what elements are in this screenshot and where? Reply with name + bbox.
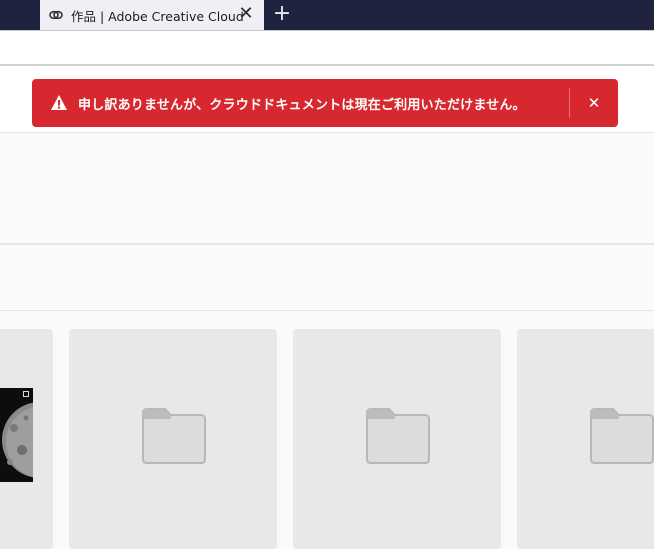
folder-icon	[142, 408, 206, 464]
header-section	[0, 134, 654, 245]
alert-banner-area: 申し訳ありませんが、クラウドドキュメントは現在ご利用いただけません。 ✕	[0, 66, 654, 133]
moon-image	[0, 388, 33, 482]
warning-icon	[51, 95, 67, 110]
new-tab-button[interactable]: +	[271, 3, 293, 25]
folder-card[interactable]	[517, 329, 654, 549]
filter-section	[0, 246, 654, 311]
alert-message: 申し訳ありませんが、クラウドドキュメントは現在ご利用いただけません。	[78, 98, 526, 113]
browser-tab-bar: 作品 | Adobe Creative Cloud ✕ +	[0, 0, 654, 30]
alert-close-button[interactable]: ✕	[584, 91, 604, 115]
creative-cloud-icon	[49, 10, 63, 20]
folder-card[interactable]	[293, 329, 501, 549]
tab-title: 作品 | Adobe Creative Cloud	[71, 9, 244, 24]
select-checkbox[interactable]	[23, 391, 29, 397]
folder-icon	[366, 408, 430, 464]
tab-close-icon[interactable]: ✕	[238, 4, 254, 24]
browser-toolbar	[0, 30, 654, 66]
folder-card[interactable]	[69, 329, 277, 549]
browser-tab-active[interactable]: 作品 | Adobe Creative Cloud ✕	[40, 0, 264, 30]
alert-divider	[569, 88, 570, 118]
error-alert: 申し訳ありませんが、クラウドドキュメントは現在ご利用いただけません。 ✕	[32, 79, 618, 127]
folder-icon	[590, 408, 654, 464]
moon-image-thumbnail	[0, 388, 33, 482]
